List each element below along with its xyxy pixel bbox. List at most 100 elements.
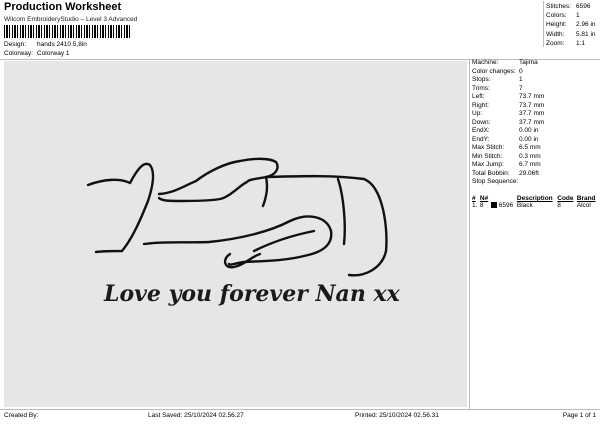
spec-row: Max Jump: 6.7 mm xyxy=(472,161,544,170)
stat-value: 1 xyxy=(576,12,580,20)
spec-value: 37.7 mm xyxy=(519,118,545,126)
spec-row: Min Stitch: 0.3 mm xyxy=(472,153,544,162)
row-stitches: 6596 xyxy=(490,202,516,209)
color-swatch xyxy=(490,202,497,209)
stat-value: 5.81 in xyxy=(576,30,596,38)
printed-date: Printed: 25/10/2024 02.56.31 xyxy=(355,412,439,419)
col-needle: N# xyxy=(479,195,489,202)
spec-label: Max Stitch: xyxy=(472,144,505,151)
spec-label: EndX: xyxy=(472,127,490,134)
stat-height: Height: 2.96 in xyxy=(546,20,596,29)
right-hand-wrist xyxy=(252,229,316,253)
col-stitches xyxy=(490,195,516,202)
row-num: 1. xyxy=(472,202,478,209)
page-number: Page 1 of 1 xyxy=(562,412,596,419)
spec-value: 6.7 mm xyxy=(519,161,541,168)
stat-label: Colors: xyxy=(546,12,567,20)
design-preview: Love you forever Nan xx xyxy=(4,61,467,407)
right-hand-palm xyxy=(142,215,333,266)
row-needle: 8 xyxy=(479,202,484,209)
spec-row: Trims: 7 xyxy=(472,85,544,94)
spec-value: 6.5 mm xyxy=(519,144,541,151)
stat-value: 6596 xyxy=(576,3,591,10)
footer-divider xyxy=(0,409,600,410)
design-value: hands 2410 5,8in xyxy=(37,41,87,48)
spec-row: Total Bobbin: 29.06ft xyxy=(472,170,544,179)
col-brand: Brand xyxy=(576,195,596,202)
spec-row: Color changes: 0 xyxy=(472,68,544,77)
stitch-count: 6596 xyxy=(498,202,514,209)
spec-value: 1 xyxy=(519,76,523,83)
spec-label: Right: xyxy=(472,101,489,109)
col-description: Description xyxy=(516,195,553,202)
col-code: Code xyxy=(557,195,574,202)
stat-value: 2.96 in xyxy=(576,21,596,29)
spec-value: 0.00 in xyxy=(519,135,539,143)
software-subtitle: Wilcom EmbroideryStudio – Level 3 Advanc… xyxy=(4,16,138,23)
stop-sequence-table: # N# Description Code Brand 1. 8 6596 Bl… xyxy=(471,195,598,209)
stat-value: 1:1 xyxy=(576,39,586,47)
stat-zoom: Zoom: 1:1 xyxy=(546,39,596,48)
machine-specs: Machine: Tajima Color changes: 0 Stops: 1 Trim… xyxy=(472,59,544,187)
spec-label: Trims: xyxy=(472,84,490,92)
spec-label: Stop Sequence: xyxy=(472,178,519,185)
stat-stitches: Stitches: 6596 xyxy=(546,2,596,11)
spec-label: Color changes: xyxy=(472,67,516,75)
left-hand-outline xyxy=(86,162,155,254)
spec-row: EndY: 0.00 in xyxy=(472,136,544,145)
spec-row: Down: 37.7 mm xyxy=(472,119,544,128)
stat-label: Stitches: xyxy=(546,3,571,10)
spec-value: 0 xyxy=(519,67,523,75)
spec-value: 73.7 mm xyxy=(519,101,545,109)
row-description: Black xyxy=(516,202,533,209)
spec-row: Right: 73.7 mm xyxy=(472,102,544,111)
spec-row: Max Stitch: 6.5 mm xyxy=(472,144,544,153)
design-label: Design: xyxy=(4,41,27,48)
colorway-value: Colorway 1 xyxy=(37,50,70,57)
hand-cuff-left xyxy=(261,175,269,208)
spec-label: Down: xyxy=(472,118,491,126)
spec-value: 73.7 mm xyxy=(519,93,545,100)
spec-row: Up: 37.7 mm xyxy=(472,110,544,119)
spec-label: Left: xyxy=(472,93,485,100)
spec-row: Machine: Tajima xyxy=(472,59,544,68)
spec-label: Max Jump: xyxy=(472,161,504,168)
stat-label: Height: xyxy=(546,21,567,29)
col-num: # xyxy=(472,195,476,202)
panel-divider xyxy=(469,59,470,410)
spec-label: Machine: xyxy=(472,59,499,66)
spec-value: 0.3 mm xyxy=(519,152,541,160)
stats-panel: Stitches: 6596 Colors: 1 Height: 2.96 in Wi… xyxy=(546,2,596,48)
embroidery-drawing: Love you forever Nan xx xyxy=(86,157,401,307)
page-title: Production Worksheet xyxy=(4,1,122,13)
stat-colors: Colors: 1 xyxy=(546,11,596,20)
colorway-label: Colorway: xyxy=(4,50,33,57)
spec-label: EndY: xyxy=(472,135,490,143)
spec-value: 29.06ft xyxy=(519,169,539,177)
spec-value: 7 xyxy=(519,84,523,92)
spec-label: Stops: xyxy=(472,76,491,83)
stat-label: Zoom: xyxy=(546,39,565,47)
design-text: Love you forever Nan xx xyxy=(103,281,401,307)
barcode-image xyxy=(4,25,130,38)
spec-label: Min Stitch: xyxy=(472,152,503,160)
stat-width: Width: 5.81 in xyxy=(546,30,596,39)
spec-row: EndX: 0.00 in xyxy=(472,127,544,136)
last-saved: Last Saved: 25/10/2024 02.56.27 xyxy=(148,412,244,419)
stat-label: Width: xyxy=(546,30,565,38)
spec-row: Stops: 1 xyxy=(472,76,544,85)
spec-value: 37.7 mm xyxy=(519,110,545,117)
spec-value: 0.00 in xyxy=(519,127,539,134)
spec-row: Stop Sequence: xyxy=(472,178,544,187)
spec-row: Left: 73.7 mm xyxy=(472,93,544,102)
row-code: 8 xyxy=(557,202,561,209)
table-row: 1. 8 6596 Black 8 Alcol xyxy=(471,202,598,209)
table-header-row: # N# Description Code Brand xyxy=(471,195,598,202)
spec-value: Tajima xyxy=(519,59,538,66)
created-by-label: Created By: xyxy=(4,412,39,419)
left-hand-fingers xyxy=(157,157,279,203)
spec-label: Up: xyxy=(472,110,483,117)
spec-label: Total Bobbin: xyxy=(472,169,510,177)
hand-cuff-right xyxy=(336,177,346,246)
row-brand: Alcol xyxy=(576,202,591,209)
